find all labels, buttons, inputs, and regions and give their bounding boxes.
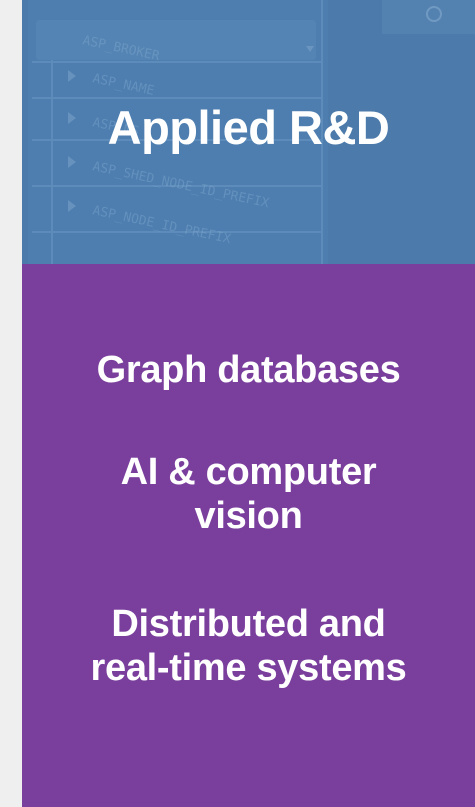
capability-text: AI & computer	[120, 451, 377, 493]
capabilities-panel: Graph databases AI & computer vision Dis…	[22, 264, 475, 807]
capability-item-distributed-systems: Distributed and real-time systems	[22, 602, 475, 690]
card-header: ASP_BROKER ASP_NAME ASP_NS ASP_SHED_NODE…	[22, 0, 475, 264]
capability-text: Distributed and	[111, 603, 386, 645]
capability-text: Graph databases	[96, 349, 401, 391]
capability-item-graph-databases: Graph databases	[22, 348, 475, 392]
capability-text: vision	[194, 495, 303, 537]
section-title: Applied R&D	[107, 101, 390, 154]
capability-item-ai-computer-vision: AI & computer vision	[22, 450, 475, 538]
capability-text: real-time systems	[90, 647, 407, 689]
research-card: ASP_BROKER ASP_NAME ASP_NS ASP_SHED_NODE…	[22, 0, 475, 807]
